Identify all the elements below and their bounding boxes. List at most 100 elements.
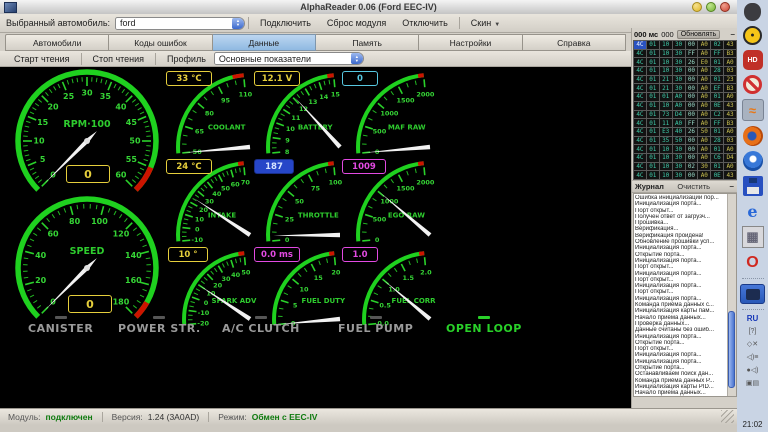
avz-antivirus-icon[interactable]: ● bbox=[743, 26, 762, 45]
hex-cell[interactable]: 26 bbox=[686, 128, 698, 136]
minimize-button[interactable] bbox=[692, 2, 702, 12]
hex-cell[interactable]: 4C bbox=[634, 163, 646, 171]
hex-cell[interactable]: 02 bbox=[686, 163, 698, 171]
hex-cell[interactable]: 4C bbox=[634, 128, 646, 136]
hex-cell[interactable]: 30 bbox=[673, 163, 685, 171]
hex-cell[interactable]: A0 bbox=[698, 154, 710, 162]
hex-cell[interactable]: 10 bbox=[660, 58, 672, 66]
hex-cell[interactable]: A0 bbox=[673, 93, 685, 101]
hex-cell[interactable]: 03 bbox=[724, 137, 736, 145]
hex-cell[interactable]: A0 bbox=[724, 163, 736, 171]
hex-cell[interactable]: 01 bbox=[647, 50, 659, 58]
hex-cell[interactable]: 01 bbox=[660, 93, 672, 101]
tab-help[interactable]: Справка bbox=[523, 34, 626, 51]
journal-clear-button[interactable]: Очистить bbox=[677, 182, 716, 191]
hex-cell[interactable]: 01 bbox=[711, 163, 723, 171]
profile-select[interactable]: Основные показатели ▲▼ bbox=[214, 52, 364, 65]
hex-cell[interactable]: FF bbox=[686, 119, 698, 127]
hex-cell[interactable]: D4 bbox=[673, 111, 685, 119]
hex-cell[interactable]: A0 bbox=[724, 145, 736, 153]
tab-data[interactable]: Данные bbox=[213, 34, 316, 51]
hex-cell[interactable]: 4C bbox=[634, 67, 646, 75]
opera-icon[interactable]: O bbox=[743, 253, 763, 273]
hex-cell[interactable]: 01 bbox=[647, 137, 659, 145]
maximize-button[interactable] bbox=[706, 2, 716, 12]
hex-cell[interactable]: 30 bbox=[673, 41, 685, 49]
hex-cell[interactable]: 10 bbox=[660, 154, 672, 162]
tray-icon-2[interactable]: ●◁) bbox=[747, 367, 759, 375]
hex-cell[interactable]: FF bbox=[711, 50, 723, 58]
hex-cell[interactable]: 10 bbox=[660, 145, 672, 153]
hex-cell[interactable]: 30 bbox=[673, 154, 685, 162]
hex-cell[interactable]: 01 bbox=[711, 93, 723, 101]
hex-cell[interactable]: A0 bbox=[698, 111, 710, 119]
hex-cell[interactable]: A0 bbox=[673, 102, 685, 110]
hex-cell[interactable]: B3 bbox=[724, 119, 736, 127]
clock[interactable]: 21:02 bbox=[742, 421, 762, 429]
hex-cell[interactable]: 00 bbox=[686, 76, 698, 84]
hex-cell[interactable]: C6 bbox=[711, 154, 723, 162]
hex-cell[interactable]: 30 bbox=[673, 58, 685, 66]
vehicle-select[interactable]: ford ▲▼ bbox=[115, 17, 245, 30]
hex-cell[interactable]: A0 bbox=[724, 128, 736, 136]
hex-cell[interactable]: 4C bbox=[634, 76, 646, 84]
hex-cell[interactable]: 00 bbox=[686, 102, 698, 110]
tab-settings[interactable]: Настройки bbox=[419, 34, 522, 51]
hex-cell[interactable]: 4C bbox=[634, 93, 646, 101]
hex-cell[interactable]: A0 bbox=[698, 171, 710, 179]
coolant-value-box[interactable]: 33 °C bbox=[166, 71, 212, 86]
hex-cell[interactable]: 30 bbox=[673, 145, 685, 153]
hex-cell[interactable]: 43 bbox=[724, 171, 736, 179]
stepper-icon[interactable]: ▲▼ bbox=[351, 53, 363, 64]
hex-cell[interactable]: 4C bbox=[634, 111, 646, 119]
hex-cell[interactable]: 00 bbox=[686, 154, 698, 162]
hex-cell[interactable]: A0 bbox=[698, 137, 710, 145]
map-route-icon[interactable]: ≈ bbox=[742, 99, 764, 121]
hex-cell[interactable]: FF bbox=[711, 119, 723, 127]
hex-cell[interactable]: 21 bbox=[660, 76, 672, 84]
tray-icon-3[interactable]: ▣▤ bbox=[746, 380, 759, 388]
hex-cell[interactable]: 03 bbox=[724, 67, 736, 75]
hex-cell[interactable]: A0 bbox=[698, 145, 710, 153]
hex-cell[interactable]: 00 bbox=[686, 93, 698, 101]
hex-cell[interactable]: 01 bbox=[647, 58, 659, 66]
start-reading-button[interactable]: Старт чтения bbox=[6, 53, 78, 65]
refresh-button[interactable]: Обновлять bbox=[677, 30, 721, 39]
hex-cell[interactable]: 01 bbox=[647, 154, 659, 162]
intake-value-box[interactable]: 24 °C bbox=[166, 159, 212, 174]
throttle-value-box[interactable]: 187 bbox=[254, 159, 294, 174]
hex-cell[interactable]: 4C bbox=[634, 119, 646, 127]
hex-cell[interactable]: 4C bbox=[634, 41, 646, 49]
hex-cell[interactable]: 43 bbox=[724, 41, 736, 49]
calculator-icon[interactable]: ▦ bbox=[742, 226, 764, 248]
hex-cell[interactable]: E3 bbox=[660, 128, 672, 136]
hex-cell[interactable]: 4C bbox=[634, 154, 646, 162]
hex-cell[interactable]: 30 bbox=[673, 67, 685, 75]
resize-grip[interactable] bbox=[721, 410, 734, 423]
tab-error-codes[interactable]: Коды ошибок bbox=[109, 34, 212, 51]
hex-cell[interactable]: E0 bbox=[698, 58, 710, 66]
hex-cell[interactable]: 10 bbox=[660, 41, 672, 49]
hex-cell[interactable]: 00 bbox=[686, 145, 698, 153]
hex-cell[interactable]: 01 bbox=[647, 119, 659, 127]
paint-blocked-icon[interactable] bbox=[743, 75, 762, 94]
tray-icon-1[interactable]: ◁)≡ bbox=[747, 354, 759, 362]
hex-cell[interactable]: 02 bbox=[711, 41, 723, 49]
hex-cell[interactable]: 4C bbox=[634, 58, 646, 66]
connect-button[interactable]: Подключить bbox=[252, 17, 319, 29]
hex-cell[interactable]: 11 bbox=[660, 119, 672, 127]
hex-cell[interactable]: 4C bbox=[634, 102, 646, 110]
hex-cell[interactable]: 30 bbox=[698, 163, 710, 171]
hex-cell[interactable]: A0 bbox=[724, 93, 736, 101]
ego-value-box[interactable]: 1009 bbox=[342, 159, 386, 174]
hex-cell[interactable]: A0 bbox=[698, 50, 710, 58]
hex-cell[interactable]: 01 bbox=[711, 76, 723, 84]
hex-cell[interactable]: 50 bbox=[698, 128, 710, 136]
hex-cell[interactable]: 21 bbox=[660, 84, 672, 92]
hex-cell[interactable]: 01 bbox=[647, 163, 659, 171]
help-tray-icon[interactable]: [?] bbox=[749, 328, 757, 336]
hex-cell[interactable]: A0 bbox=[698, 93, 710, 101]
tab-memory[interactable]: Память bbox=[316, 34, 419, 51]
hex-minimize-button[interactable]: – bbox=[731, 30, 736, 39]
hex-cell[interactable]: FF bbox=[686, 50, 698, 58]
